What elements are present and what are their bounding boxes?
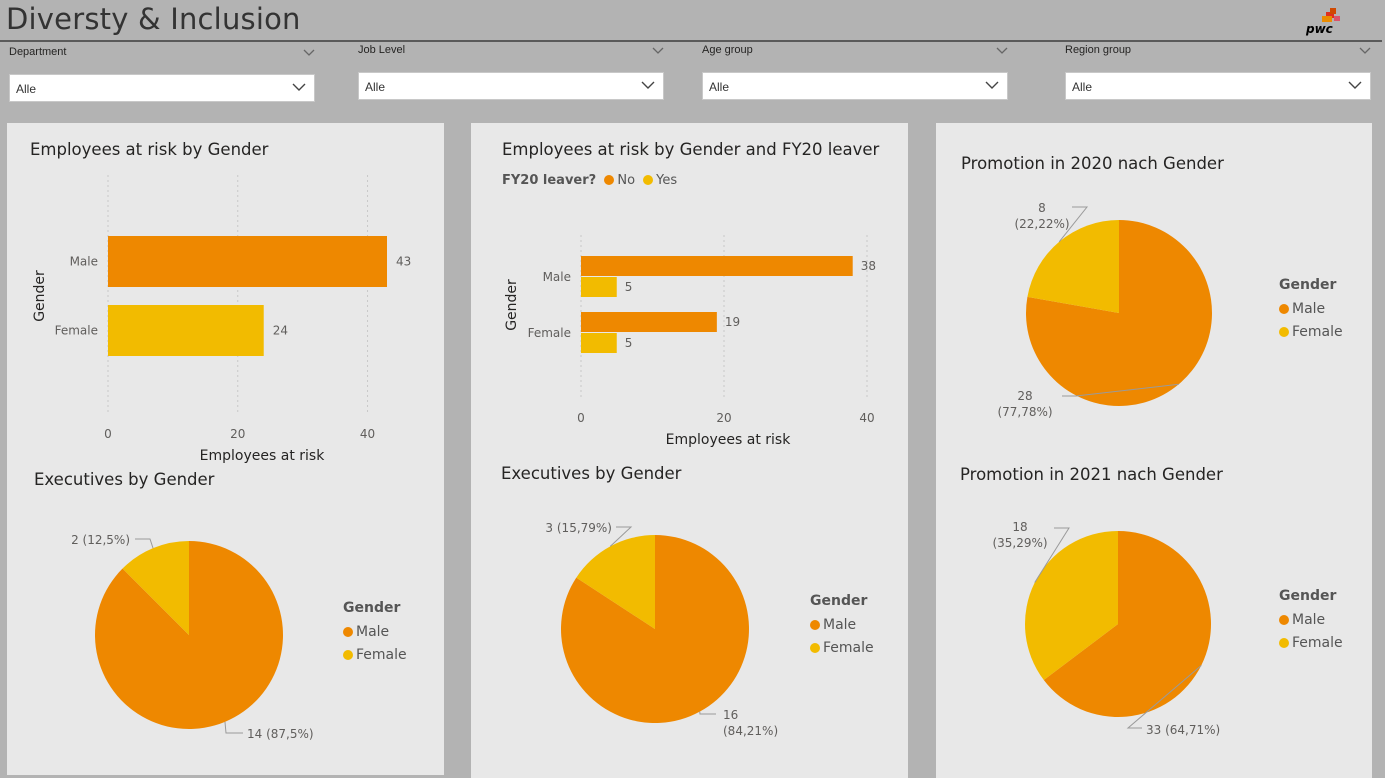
slicer-job-level-value: Alle: [365, 80, 386, 94]
chevron-down-icon[interactable]: [1348, 81, 1362, 90]
promo-2021-title: Promotion in 2021 nach Gender: [960, 465, 1223, 484]
legend-yes-dot: [643, 175, 654, 185]
chevron-down-icon[interactable]: [652, 47, 664, 55]
slicer-job-level-label: Job Level: [358, 44, 406, 56]
slicer-department[interactable]: Department Alle: [9, 46, 315, 102]
chevron-down-icon[interactable]: [985, 81, 999, 90]
legend-item-male[interactable]: Male: [810, 617, 874, 633]
legend-male-label: Male: [823, 617, 857, 633]
slicer-department-dropdown[interactable]: Alle: [9, 74, 315, 102]
chevron-down-icon[interactable]: [996, 47, 1008, 55]
legend-item-male[interactable]: Male: [343, 624, 407, 640]
male-dot: [810, 620, 820, 630]
slicer-region-group-dropdown[interactable]: Alle: [1065, 72, 1371, 100]
legend-no-label: No: [617, 173, 636, 188]
legend-yes-label: Yes: [656, 173, 678, 188]
legend-item-female[interactable]: Female: [343, 647, 407, 663]
promo-2020-title: Promotion in 2020 nach Gender: [961, 154, 1224, 173]
female-dot: [343, 650, 353, 660]
legend-female-label: Female: [823, 640, 874, 656]
legend-male-label: Male: [1292, 612, 1326, 628]
pwc-logo-text: pwc: [1305, 22, 1333, 36]
slicer-region-group[interactable]: Region group Alle: [1065, 44, 1371, 100]
slicer-job-level[interactable]: Job Level Alle: [358, 44, 664, 100]
legend-female-label: Female: [1292, 635, 1343, 651]
chevron-down-icon[interactable]: [303, 49, 315, 57]
report-title: Diversty & Inclusion: [6, 2, 301, 36]
risk-leaver-title: Employees at risk by Gender and FY20 lea…: [502, 140, 880, 159]
pwc-logo-icon: pwc: [1305, 8, 1340, 36]
promo-2020-legend: Gender Male Female: [1279, 277, 1343, 347]
legend-title: Gender: [1279, 588, 1337, 604]
promo-2021-legend: Gender Male Female: [1279, 588, 1343, 658]
legend-male-label: Male: [1292, 301, 1326, 317]
panel-left: [7, 123, 444, 775]
exec-center-legend: Gender Male Female: [810, 593, 874, 663]
legend-female-label: Female: [1292, 324, 1343, 340]
slicer-region-group-value: Alle: [1072, 80, 1093, 94]
legend-title: Gender: [343, 600, 401, 616]
panel-center: [471, 123, 908, 778]
legend-title: Gender: [810, 593, 868, 609]
slicer-region-group-label: Region group: [1065, 44, 1132, 56]
legend-male-label: Male: [356, 624, 390, 640]
legend-item-male[interactable]: Male: [1279, 612, 1343, 628]
slicer-age-group-value: Alle: [709, 80, 730, 94]
legend-item-female[interactable]: Female: [810, 640, 874, 656]
exec-left-title: Executives by Gender: [34, 470, 215, 489]
slicer-age-group-dropdown[interactable]: Alle: [702, 72, 1008, 100]
title-divider: [0, 40, 1382, 42]
risk-gender-title: Employees at risk by Gender: [30, 140, 269, 159]
slicer-job-level-dropdown[interactable]: Alle: [358, 72, 664, 100]
legend-item-female[interactable]: Female: [1279, 635, 1343, 651]
chevron-down-icon[interactable]: [641, 81, 655, 90]
slicer-age-group[interactable]: Age group Alle: [702, 44, 1008, 100]
slicer-age-group-label: Age group: [702, 44, 753, 56]
female-dot: [810, 643, 820, 653]
legend-female-label: Female: [356, 647, 407, 663]
female-dot: [1279, 638, 1289, 648]
chevron-down-icon[interactable]: [292, 83, 306, 92]
slicer-department-label: Department: [9, 46, 67, 58]
legend-title: Gender: [1279, 277, 1337, 293]
panel-right: [936, 123, 1372, 778]
female-dot: [1279, 327, 1289, 337]
male-dot: [343, 627, 353, 637]
chevron-down-icon[interactable]: [1359, 47, 1371, 55]
male-dot: [1279, 615, 1289, 625]
legend-item-female[interactable]: Female: [1279, 324, 1343, 340]
exec-left-legend: Gender Male Female: [343, 600, 407, 670]
leaver-legend-title: FY20 leaver?: [502, 173, 597, 188]
exec-center-title: Executives by Gender: [501, 464, 682, 483]
slicer-department-value: Alle: [16, 82, 37, 96]
male-dot: [1279, 304, 1289, 314]
legend-item-male[interactable]: Male: [1279, 301, 1343, 317]
legend-no-dot: [604, 175, 615, 185]
leaver-legend: FY20 leaver? No Yes: [502, 173, 677, 188]
